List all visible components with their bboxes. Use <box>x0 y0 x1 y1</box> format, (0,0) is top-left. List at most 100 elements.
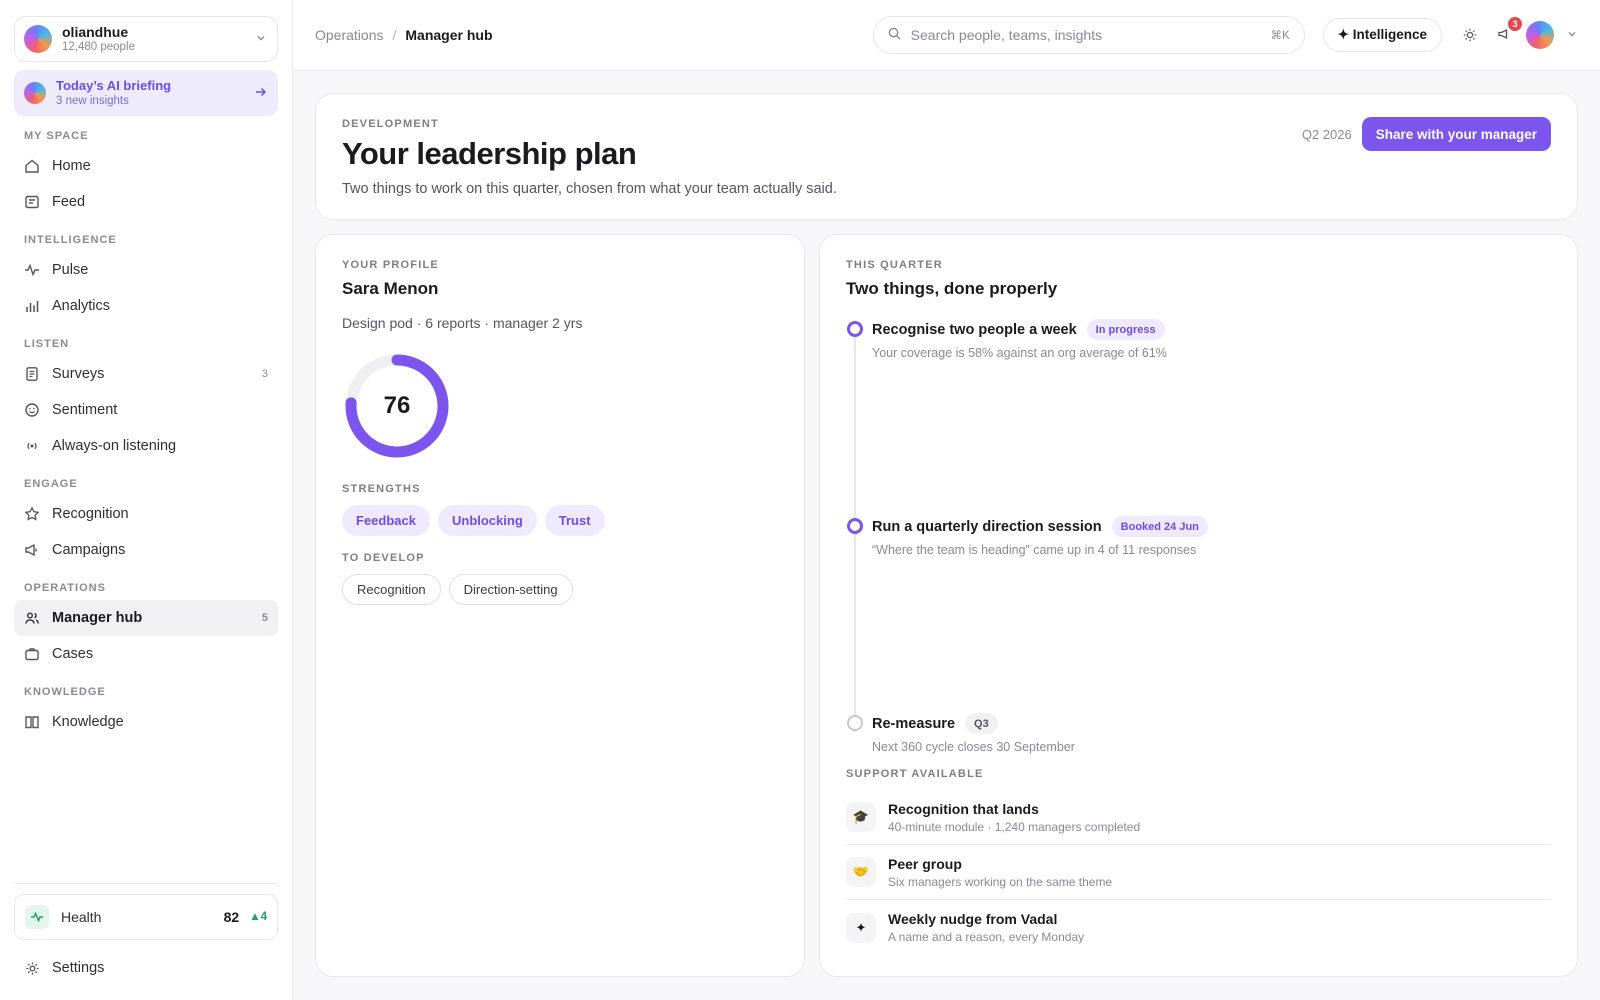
step-status-tag: Q3 <box>965 713 998 734</box>
org-people-count: 12,480 people <box>62 40 135 53</box>
step-status-tag: In progress <box>1086 319 1165 340</box>
support-item[interactable]: 🤝 Peer group Six managers working on the s… <box>846 845 1551 900</box>
sidebar-section-label: ENGAGE <box>24 478 78 490</box>
support-title: Peer group <box>888 855 962 872</box>
org-name: oliandhue <box>62 23 129 40</box>
arrow-right-icon <box>254 85 268 102</box>
app-root: oliandhue 12,480 people Today’s AI brief… <box>0 0 1600 1000</box>
strength-chips: Feedback Unblocking Trust <box>342 505 778 536</box>
support-description: Six managers working on the same theme <box>888 874 1113 889</box>
support-text: Weekly nudge from Vadal A name and a reas… <box>888 911 1084 944</box>
gear-icon <box>24 960 40 976</box>
sidebar-item-sentiment[interactable]: Sentiment <box>14 392 278 428</box>
breadcrumb-operations[interactable]: Operations <box>315 27 383 43</box>
notifications-button[interactable]: 3 <box>1492 17 1522 47</box>
sidebar-item-campaigns[interactable]: Campaigns <box>14 532 278 568</box>
plan-timeline: Recognise two people a week In progress … <box>846 319 1551 756</box>
sidebar-item-analytics[interactable]: Analytics <box>14 288 278 324</box>
main-area: Operations / Manager hub ⌘K ✦ Intelligen… <box>293 0 1600 1000</box>
handshake-icon: 🤝 <box>846 857 876 887</box>
chevron-down-icon[interactable] <box>1566 28 1578 43</box>
support-item[interactable]: 🎓 Recognition that lands 40-minute module … <box>846 790 1551 845</box>
develop-chip: Recognition <box>342 574 441 605</box>
briefing-subtitle: 3 new insights <box>56 95 129 107</box>
sidebar-item-label: Cases <box>52 646 94 662</box>
quarter-eyebrow: THIS QUARTER <box>846 259 943 271</box>
sidebar-item-manager-hub[interactable]: Manager hub 5 <box>14 600 278 636</box>
ai-orb-icon <box>24 82 46 104</box>
star-icon <box>24 506 40 522</box>
step-status-dot <box>847 715 863 731</box>
notification-badge: 3 <box>1508 17 1522 31</box>
sidebar-item-surveys[interactable]: Surveys 3 <box>14 356 278 392</box>
step-title: Re-measure <box>872 715 956 732</box>
sidebar-item-count: 5 <box>261 612 268 624</box>
profile-name: Sara Menon <box>342 279 439 298</box>
sidebar-item-label: Home <box>52 158 91 174</box>
support-title: Recognition that lands <box>888 800 1039 817</box>
sidebar-item-label: Always-on listening <box>52 438 177 454</box>
develop-chips: Recognition Direction-setting <box>342 574 778 605</box>
sidebar-item-label: Analytics <box>52 298 111 314</box>
profile-card: YOUR PROFILE Sara Menon Design pod · 6 r… <box>315 234 805 977</box>
sidebar-item-settings[interactable]: Settings <box>14 950 278 986</box>
briefcase-icon <box>24 646 40 662</box>
sidebar-section-label: LISTEN <box>24 338 70 350</box>
timeline-step[interactable]: Recognise two people a week In progress … <box>846 319 1551 360</box>
strengths-label: STRENGTHS <box>342 483 421 495</box>
sidebar-section-label: INTELLIGENCE <box>24 234 117 246</box>
search-input[interactable] <box>910 27 1271 43</box>
health-widget[interactable]: Health 82 ▲4 <box>14 894 278 940</box>
sidebar-section-label: KNOWLEDGE <box>24 686 106 698</box>
step-status-dot <box>847 518 863 534</box>
sparkle-icon: ✦ <box>846 912 876 943</box>
breadcrumb: Operations / Manager hub <box>315 27 493 43</box>
sidebar-item-pulse[interactable]: Pulse <box>14 252 278 288</box>
intelligence-button[interactable]: ✦ Intelligence <box>1322 18 1442 52</box>
sidebar-item-label: Manager hub <box>52 610 143 626</box>
timeline-step[interactable]: Re-measure Q3 Next 360 cycle closes 30 S… <box>846 713 1551 754</box>
settings-label: Settings <box>52 960 105 976</box>
sidebar-item-knowledge[interactable]: Knowledge <box>14 704 278 740</box>
home-icon <box>24 158 40 174</box>
users-icon <box>24 610 40 626</box>
support-description: A name and a reason, every Monday <box>888 930 1085 944</box>
health-pulse-icon <box>25 905 49 929</box>
sidebar-item-home[interactable]: Home <box>14 148 278 184</box>
health-delta: ▲4 <box>249 911 267 923</box>
support-text: Peer group Six managers working on the sa… <box>888 856 1112 889</box>
sun-icon[interactable] <box>1458 23 1482 47</box>
search-box[interactable]: ⌘K <box>872 16 1305 54</box>
page-subtitle: Two things to work on this quarter, chos… <box>342 181 837 197</box>
share-with-manager-button[interactable]: Share with your manager <box>1361 117 1551 151</box>
sidebar-item-cases[interactable]: Cases <box>14 636 278 672</box>
sidebar-item-feed[interactable]: Feed <box>14 184 278 220</box>
org-switcher[interactable]: oliandhue 12,480 people <box>14 16 278 62</box>
timeline-step[interactable]: Run a quarterly direction session Booked… <box>846 516 1551 557</box>
book-icon <box>24 714 40 730</box>
sidebar-item-label: Recognition <box>52 506 129 522</box>
support-item[interactable]: ✦ Weekly nudge from Vadal A name and a rea… <box>846 900 1551 955</box>
sidebar-item-always-on-listening[interactable]: Always-on listening <box>14 428 278 464</box>
step-description: Next 360 cycle closes 30 September <box>872 740 1075 754</box>
search-shortcut: ⌘K <box>1270 30 1290 42</box>
health-score: 82 <box>223 909 240 925</box>
score-value: 76 <box>383 392 411 419</box>
support-label: SUPPORT AVAILABLE <box>846 768 984 780</box>
support-list: 🎓 Recognition that lands 40-minute module … <box>846 790 1551 955</box>
step-title: Recognise two people a week <box>872 321 1077 338</box>
step-status-tag: Booked 24 Jun <box>1111 516 1208 537</box>
megaphone-icon <box>1497 27 1511 44</box>
page-content: DEVELOPMENT Your leadership plan Two thi… <box>293 71 1600 977</box>
step-title: Run a quarterly direction session <box>872 518 1102 535</box>
support-description: 40-minute module · 1,240 managers comple… <box>888 819 1141 834</box>
user-avatar[interactable] <box>1526 21 1554 49</box>
graduation-cap-icon: 🎓 <box>846 802 876 832</box>
megaphone-icon <box>24 542 40 558</box>
broadcast-icon <box>24 438 40 454</box>
breadcrumb-current: Manager hub <box>405 27 493 43</box>
sidebar-item-recognition[interactable]: Recognition <box>14 496 278 532</box>
quarter-title: Two things, done properly <box>846 279 1058 298</box>
sidebar-item-count: 3 <box>261 368 268 380</box>
ai-briefing-card[interactable]: Today’s AI briefing 3 new insights <box>14 70 278 116</box>
